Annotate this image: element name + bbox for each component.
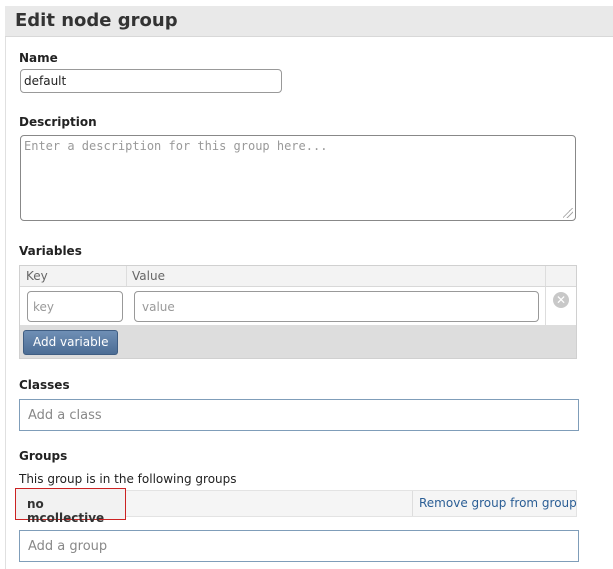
name-input[interactable] <box>20 69 282 93</box>
page-title: Edit node group <box>15 10 178 31</box>
variables-label: Variables <box>19 244 82 258</box>
column-header-key: Key <box>26 269 48 283</box>
page-header: Edit node group <box>5 6 613 37</box>
add-group-input[interactable] <box>19 530 579 562</box>
description-label: Description <box>19 115 97 129</box>
column-header-value: Value <box>132 269 165 283</box>
variable-value-input[interactable] <box>134 291 539 322</box>
variables-header: Key Value <box>20 266 576 287</box>
group-name: no mcollective <box>27 497 105 525</box>
group-row-divider <box>412 491 413 516</box>
classes-label: Classes <box>19 378 70 392</box>
remove-group-link[interactable]: Remove group from group <box>419 496 577 510</box>
resize-grip-icon[interactable] <box>563 208 573 218</box>
column-divider <box>545 287 546 325</box>
variable-key-input[interactable] <box>27 291 123 322</box>
add-variable-button[interactable]: Add variable <box>23 330 119 355</box>
remove-variable-icon[interactable]: ✕ <box>553 292 569 308</box>
description-textarea[interactable] <box>20 135 576 221</box>
column-divider <box>545 266 546 286</box>
column-divider <box>126 266 127 286</box>
groups-description: This group is in the following groups <box>19 472 237 486</box>
groups-label: Groups <box>19 449 68 463</box>
group-name-cell: no mcollective <box>15 488 126 525</box>
add-class-input[interactable] <box>19 399 579 431</box>
name-label: Name <box>19 51 58 65</box>
